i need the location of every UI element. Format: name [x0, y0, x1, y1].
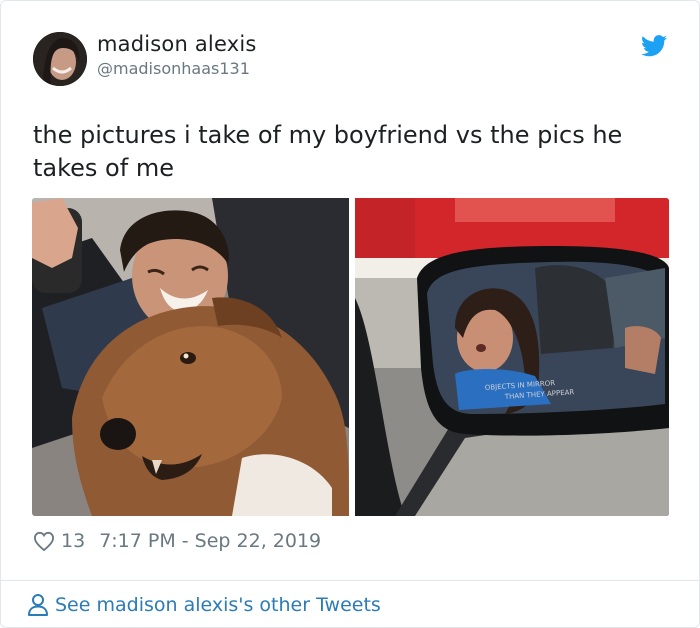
person-outline-icon	[28, 594, 48, 616]
twitter-bird-icon[interactable]	[641, 35, 667, 57]
divider	[1, 580, 700, 581]
timestamp[interactable]: 7:17 PM - Sep 22, 2019	[99, 530, 321, 552]
tweet-card: madison alexis @madisonhaas131 the pictu…	[0, 0, 700, 628]
girlfriend-sleeping-in-car-mirror-photo[interactable]: OBJECTS IN MIRROR THAN THEY APPEAR	[355, 198, 669, 516]
boyfriend-with-dog-photo[interactable]	[32, 198, 349, 516]
user-handle[interactable]: @madisonhaas131	[97, 59, 250, 78]
user-name[interactable]: madison alexis	[97, 32, 257, 56]
tweet-text: the pictures i take of my boyfriend vs t…	[33, 121, 623, 182]
like-count[interactable]: 13	[61, 530, 85, 552]
see-other-tweets-label: See madison alexis's other Tweets	[55, 594, 381, 616]
avatar[interactable]	[33, 32, 87, 86]
see-other-tweets-link[interactable]: See madison alexis's other Tweets	[27, 591, 381, 619]
tweet-meta: 13 7:17 PM - Sep 22, 2019	[33, 528, 321, 554]
heart-outline-icon[interactable]	[33, 531, 55, 551]
